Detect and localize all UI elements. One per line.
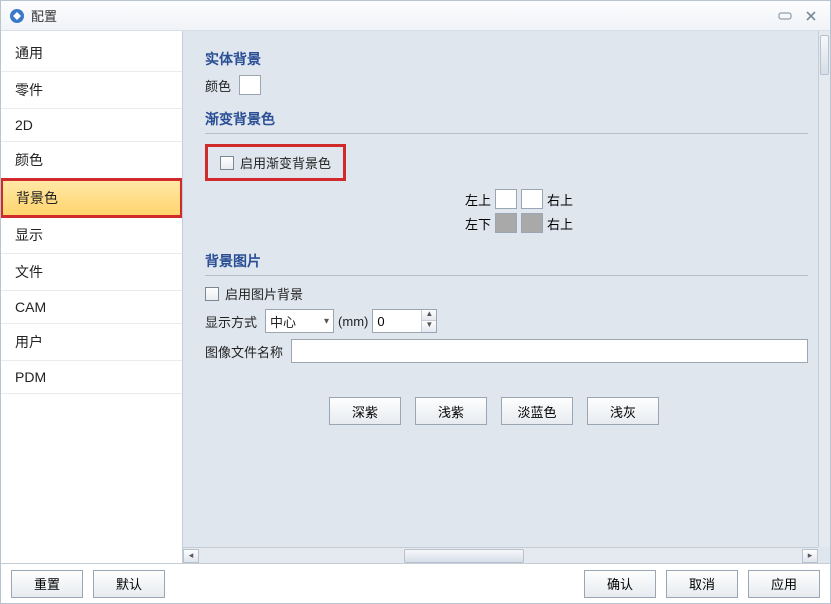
window-title: 配置 (31, 6, 770, 25)
vertical-scrollbar[interactable] (818, 31, 830, 547)
scroll-right-icon[interactable]: ▸ (802, 549, 818, 563)
titlebar: 配置 (1, 1, 830, 31)
corner-br-label: 右上 (547, 214, 573, 233)
scroll-thumb[interactable] (404, 549, 524, 563)
enable-image-checkbox[interactable] (205, 287, 219, 301)
corner-br-swatch[interactable] (521, 213, 543, 233)
preset-light-blue[interactable]: 淡蓝色 (501, 397, 573, 425)
solid-color-label: 颜色 (205, 76, 231, 95)
section-gradient: 渐变背景色 (205, 109, 808, 134)
preset-light-gray[interactable]: 浅灰 (587, 397, 659, 425)
cancel-button[interactable]: 取消 (666, 570, 738, 598)
scroll-vthumb[interactable] (820, 35, 829, 75)
sidebar-item-general[interactable]: 通用 (1, 35, 182, 72)
enable-gradient-checkbox[interactable] (220, 156, 234, 170)
preset-row: 深紫 浅紫 淡蓝色 浅灰 (329, 397, 808, 425)
content-panel: 实体背景 颜色 渐变背景色 启用渐变背景色 左上 右上 (183, 31, 830, 563)
sidebar-item-color[interactable]: 颜色 (1, 142, 182, 179)
image-file-input[interactable] (291, 339, 808, 363)
section-solid-bg: 实体背景 (205, 49, 808, 69)
corner-bl-label: 左下 (465, 214, 491, 233)
corner-tl-swatch[interactable] (495, 189, 517, 209)
enable-image-label: 启用图片背景 (225, 284, 303, 303)
ok-button[interactable]: 确认 (584, 570, 656, 598)
apply-button[interactable]: 应用 (748, 570, 820, 598)
solid-color-swatch[interactable] (239, 75, 261, 95)
minimize-icon[interactable] (774, 8, 796, 24)
default-button[interactable]: 默认 (93, 570, 165, 598)
sidebar-item-pdm[interactable]: PDM (1, 361, 182, 394)
offset-input[interactable] (373, 314, 421, 329)
sidebar-item-background[interactable]: 背景色 (1, 179, 182, 217)
sidebar-item-cam[interactable]: CAM (1, 291, 182, 324)
corner-tr-label: 右上 (547, 190, 573, 209)
image-file-label: 图像文件名称 (205, 342, 283, 361)
scroll-left-icon[interactable]: ◂ (183, 549, 199, 563)
sidebar-item-user[interactable]: 用户 (1, 324, 182, 361)
spinner-down-icon[interactable]: ▼ (422, 321, 436, 332)
sidebar: 通用 零件 2D 颜色 背景色 显示 文件 CAM 用户 PDM (1, 31, 183, 563)
sidebar-item-display[interactable]: 显示 (1, 217, 182, 254)
enable-gradient-label: 启用渐变背景色 (240, 153, 331, 172)
display-mode-value: 中心 (270, 312, 318, 331)
footer: 重置 默认 确认 取消 应用 (1, 563, 830, 603)
offset-spinner[interactable]: ▲ ▼ (372, 309, 437, 333)
chevron-down-icon: ▾ (324, 316, 329, 327)
dialog-body: 通用 零件 2D 颜色 背景色 显示 文件 CAM 用户 PDM 实体背景 颜色… (1, 31, 830, 563)
corner-bl-swatch[interactable] (495, 213, 517, 233)
app-icon (9, 8, 25, 24)
corner-tr-swatch[interactable] (521, 189, 543, 209)
sidebar-item-file[interactable]: 文件 (1, 254, 182, 291)
preset-light-purple[interactable]: 浅紫 (415, 397, 487, 425)
sidebar-item-part[interactable]: 零件 (1, 72, 182, 109)
gradient-corner-grid: 左上 右上 左下 右上 (465, 189, 808, 233)
horizontal-scrollbar[interactable]: ◂ ▸ (183, 547, 818, 563)
section-bg-image: 背景图片 (205, 251, 808, 276)
unit-label: (mm) (338, 314, 368, 329)
display-mode-combo[interactable]: 中心 ▾ (265, 309, 334, 333)
corner-tl-label: 左上 (465, 190, 491, 209)
reset-button[interactable]: 重置 (11, 570, 83, 598)
preset-deep-purple[interactable]: 深紫 (329, 397, 401, 425)
sidebar-item-2d[interactable]: 2D (1, 109, 182, 142)
display-mode-label: 显示方式 (205, 312, 257, 331)
enable-gradient-highlight: 启用渐变背景色 (205, 144, 346, 181)
close-icon[interactable] (800, 8, 822, 24)
scroll-track[interactable] (199, 549, 802, 563)
config-dialog: 配置 通用 零件 2D 颜色 背景色 显示 文件 CAM 用户 PDM 实体背景… (0, 0, 831, 604)
